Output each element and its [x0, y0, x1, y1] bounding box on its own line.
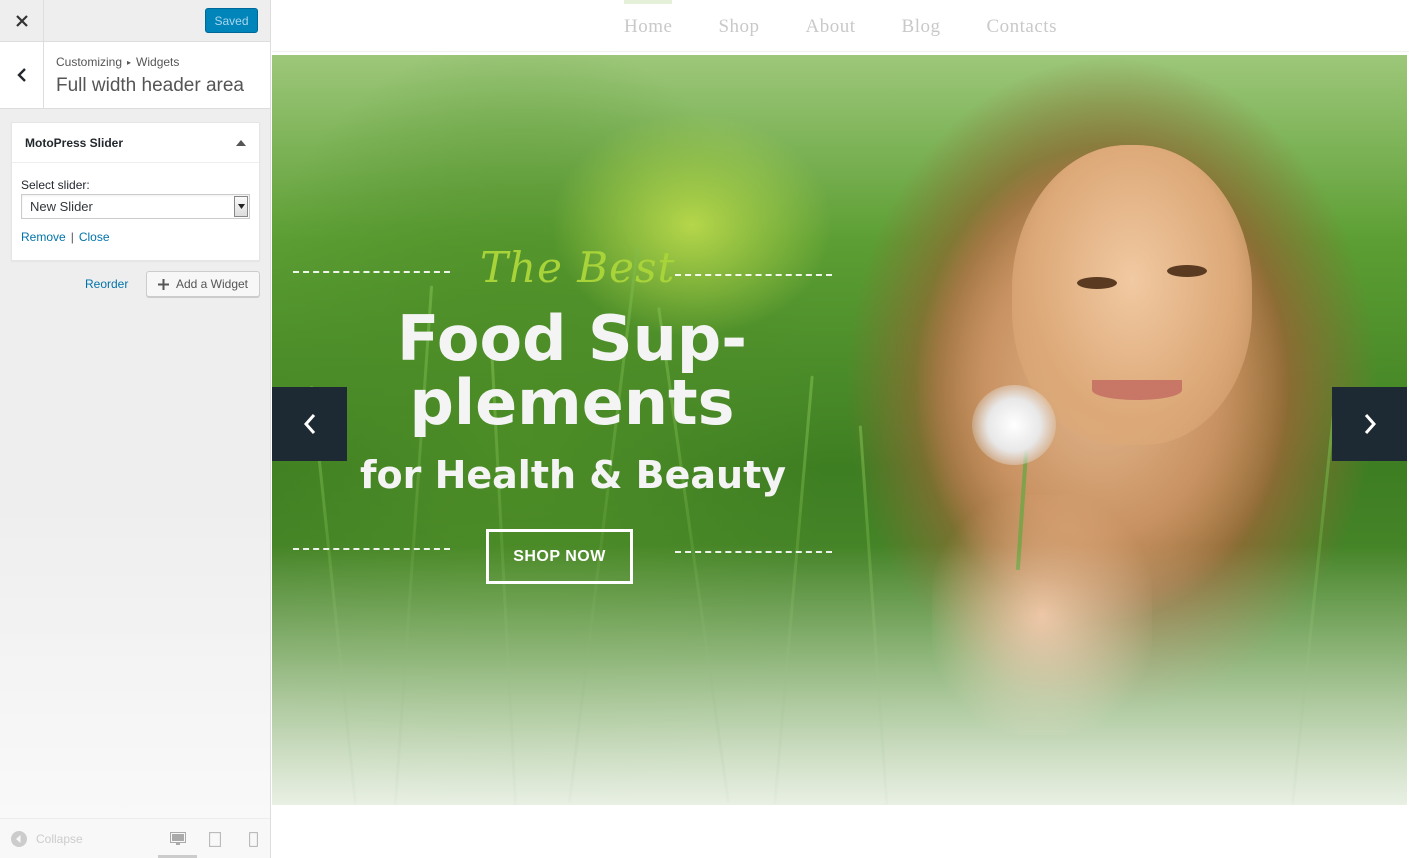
plus-icon [157, 278, 169, 290]
slide-pretitle: The Best [480, 243, 676, 292]
desktop-icon [170, 832, 186, 845]
link-separator: | [70, 230, 74, 244]
close-link[interactable]: Close [79, 230, 110, 244]
decorative-dashes [675, 551, 832, 553]
slider-next-button[interactable] [1332, 387, 1407, 461]
slide-headline-line2: plements [409, 366, 735, 439]
collapse-button[interactable]: Collapse [11, 831, 83, 847]
sidebar-fade [0, 500, 270, 818]
tablet-icon [209, 831, 221, 847]
nav-about[interactable]: About [806, 0, 856, 51]
select-slider-label: Select slider: [21, 178, 90, 192]
slide-subline: for Health & Beauty [359, 453, 787, 497]
chevron-right-icon [1364, 414, 1376, 434]
breadcrumb-root: Customizing [56, 55, 123, 69]
chevron-left-icon [303, 414, 315, 434]
reorder-link[interactable]: Reorder [85, 277, 128, 291]
dropdown-arrow-icon[interactable] [234, 196, 248, 217]
close-icon [15, 14, 28, 27]
chevron-left-icon [16, 68, 26, 82]
slider-select-value: New Slider [30, 199, 93, 214]
breadcrumb-current: Widgets [136, 55, 180, 69]
close-button[interactable] [0, 0, 44, 41]
section-title: Full width header area [56, 75, 244, 96]
decorative-dashes [675, 274, 832, 276]
decorative-dashes [293, 271, 450, 273]
customizer-footer: Collapse [0, 818, 270, 858]
widget-header[interactable]: MotoPress Slider [12, 123, 259, 163]
breadcrumb-separator: ▸ [127, 57, 132, 67]
customizer-header: Saved [0, 0, 270, 42]
slide-headline-line1: Food Sup- [397, 302, 747, 375]
widget-actions: Remove | Close [21, 230, 250, 244]
breadcrumb: Customizing ▸ Widgets [56, 55, 179, 69]
collapse-icon [11, 831, 27, 847]
desktop-preview-button[interactable] [167, 828, 189, 850]
mobile-preview-button[interactable] [242, 828, 264, 850]
widget-body: Select slider: New Slider Remove | Close [12, 163, 259, 259]
shop-now-button[interactable]: SHOP NOW [486, 529, 633, 584]
main-navigation: Home Shop About Blog Contacts [272, 0, 1409, 52]
customizer-sidebar: Saved Customizing ▸ Widgets Full width h… [0, 0, 271, 858]
mobile-icon [248, 831, 258, 847]
widget-title: MotoPress Slider [25, 135, 124, 150]
collapse-label: Collapse [36, 832, 83, 846]
hero-slider: The Best Food Sup- plements for Health &… [272, 55, 1407, 805]
tablet-preview-button[interactable] [204, 828, 226, 850]
section-header: Customizing ▸ Widgets Full width header … [0, 42, 270, 109]
slider-select[interactable]: New Slider [21, 194, 250, 219]
nav-blog[interactable]: Blog [902, 0, 941, 51]
saved-button[interactable]: Saved [205, 8, 258, 33]
nav-home[interactable]: Home [624, 0, 673, 51]
widget-motopress-slider: MotoPress Slider Select slider: New Slid… [11, 122, 260, 261]
caret-up-icon[interactable] [236, 139, 246, 146]
decorative-dashes [293, 548, 450, 550]
slide-headline: Food Sup- plements [342, 307, 802, 435]
add-widget-label: Add a Widget [175, 277, 249, 291]
nav-contacts[interactable]: Contacts [986, 0, 1057, 51]
slide-bottom-fade [272, 545, 1407, 805]
back-button[interactable] [0, 42, 44, 108]
nav-shop[interactable]: Shop [718, 0, 759, 51]
remove-link[interactable]: Remove [21, 230, 66, 244]
site-preview: Home Shop About Blog Contacts The Best F… [272, 0, 1409, 858]
add-widget-button[interactable]: Add a Widget [146, 271, 260, 297]
slider-prev-button[interactable] [272, 387, 347, 461]
